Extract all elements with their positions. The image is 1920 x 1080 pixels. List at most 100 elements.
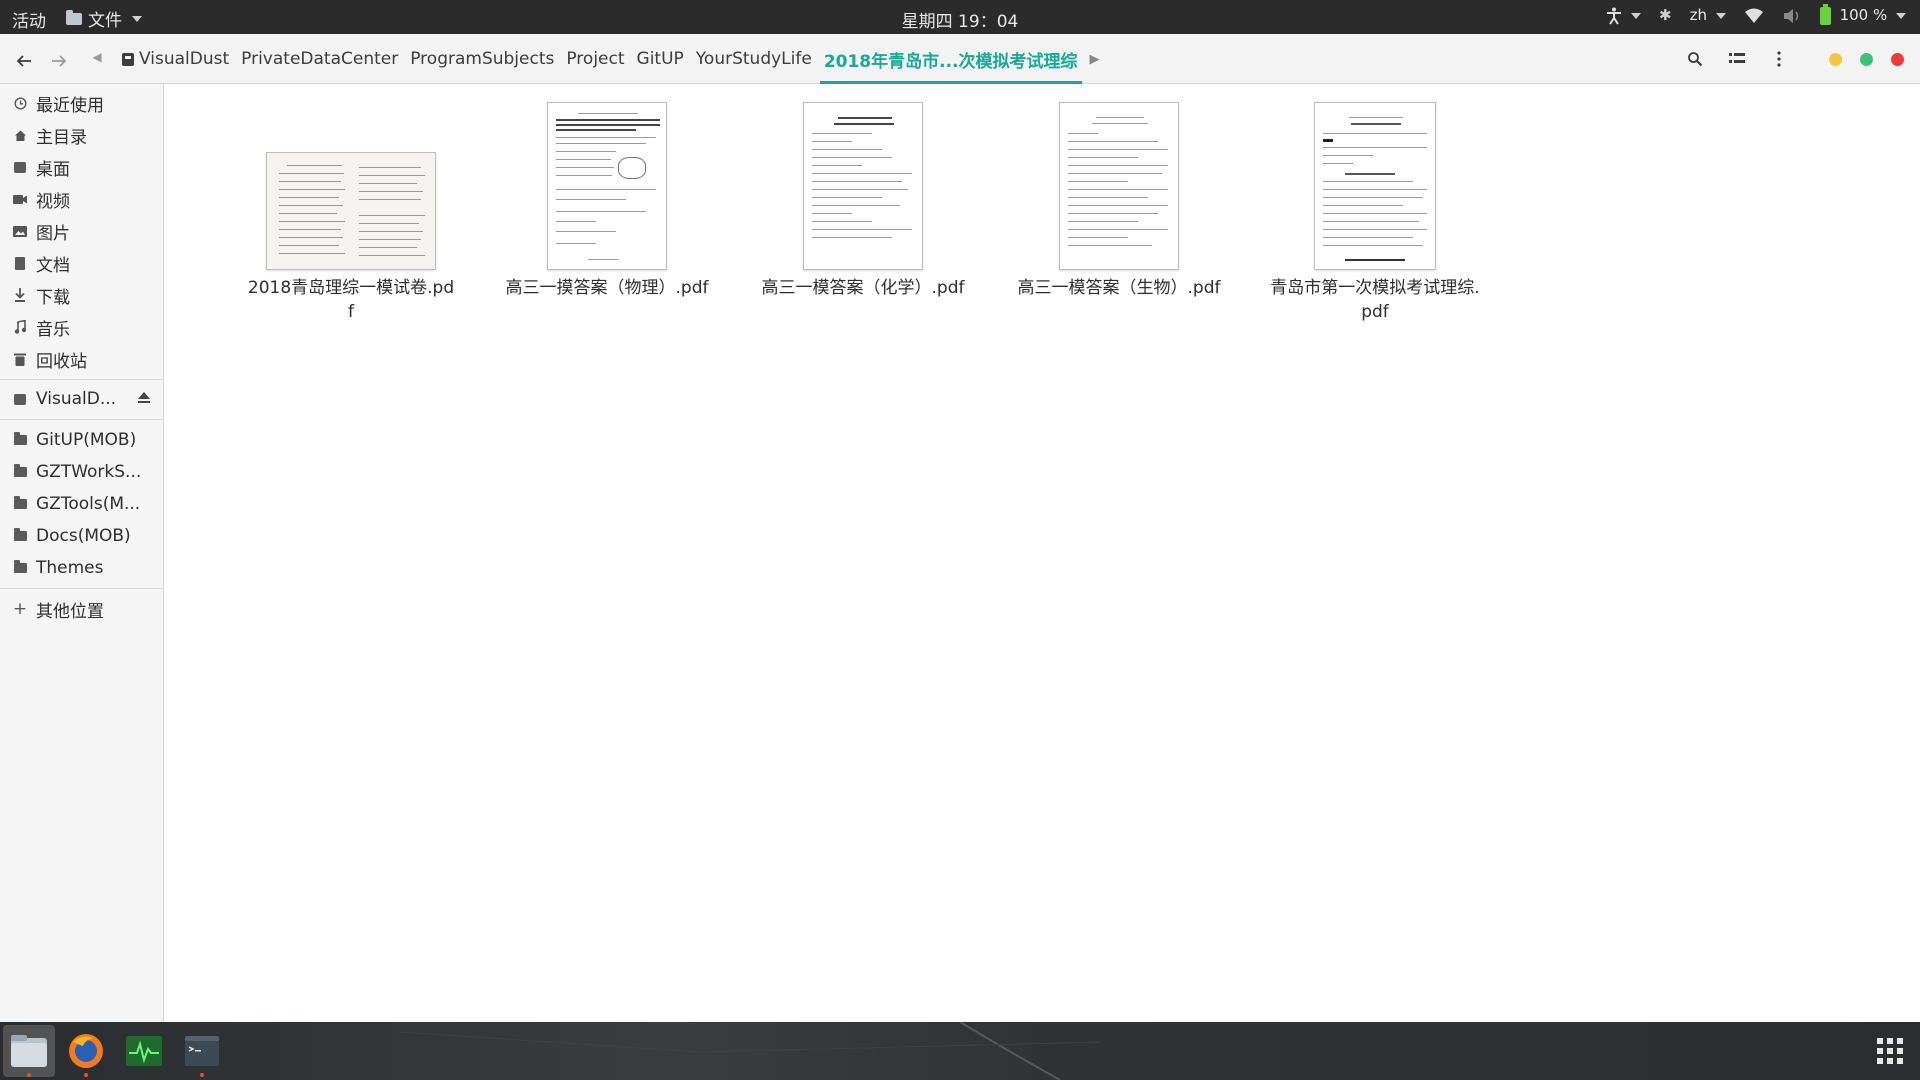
apps-grid-icon bbox=[1877, 1038, 1903, 1064]
thumbnail-area bbox=[1004, 84, 1234, 270]
sidebar-item-recent[interactable]: 最近使用 bbox=[0, 88, 164, 118]
battery-menu[interactable]: 100 % bbox=[1819, 3, 1906, 25]
search-button[interactable] bbox=[1674, 49, 1716, 69]
more-vertical-icon bbox=[1777, 51, 1781, 67]
breadcrumb-item-privatedatacenter[interactable]: PrivateDataCenter bbox=[235, 34, 404, 84]
sidebar-item-bookmark[interactable]: GZTools(M... bbox=[0, 489, 164, 519]
app-menu[interactable]: 文件 bbox=[66, 6, 142, 31]
files-icon bbox=[11, 1035, 47, 1067]
sidebar-item-bookmark[interactable]: GZTWorkS... bbox=[0, 457, 164, 487]
pdf-thumbnail bbox=[1314, 102, 1436, 270]
breadcrumb-item-project[interactable]: Project bbox=[560, 34, 630, 84]
plus-icon: + bbox=[12, 599, 28, 619]
file-name: 高三一摸答案（物理）.pdf bbox=[505, 278, 709, 298]
file-name: 高三一模答案（化学）.pdf bbox=[761, 278, 965, 298]
folder-icon bbox=[12, 464, 28, 477]
thumbnail-area bbox=[1260, 84, 1490, 270]
sidebar-item-music[interactable]: 音乐 bbox=[0, 312, 164, 342]
forward-button[interactable] bbox=[47, 47, 71, 71]
desktop-icon bbox=[12, 161, 28, 173]
network-icon[interactable] bbox=[1744, 6, 1764, 24]
sidebar-divider bbox=[0, 588, 164, 589]
document-icon bbox=[12, 256, 28, 270]
show-applications-button[interactable] bbox=[1864, 1025, 1916, 1077]
sidebar-item-videos[interactable]: 视频 bbox=[0, 184, 164, 214]
sidebar-item-documents[interactable]: 文档 bbox=[0, 248, 164, 278]
dock-files[interactable] bbox=[3, 1025, 55, 1077]
sidebar-item-other-locations[interactable]: + 其他位置 bbox=[0, 594, 164, 624]
file-item[interactable]: 高三一模答案（生物）.pdf bbox=[1004, 84, 1234, 300]
dock bbox=[0, 1022, 1920, 1080]
breadcrumb-item-gitup[interactable]: GitUP bbox=[631, 34, 690, 84]
minimize-button[interactable] bbox=[1829, 52, 1842, 66]
thumbnail-area bbox=[236, 84, 466, 270]
breadcrumb-item-visualdust[interactable]: VisualDust bbox=[116, 34, 235, 84]
eject-icon[interactable] bbox=[138, 392, 150, 403]
file-item[interactable]: 2018青岛理综一模试卷.pdf bbox=[236, 84, 466, 324]
sidebar-divider bbox=[0, 379, 164, 380]
running-indicator bbox=[200, 1073, 204, 1077]
sidebar-item-desktop[interactable]: 桌面 bbox=[0, 152, 164, 182]
thumbnail-area bbox=[492, 84, 722, 270]
folder-icon bbox=[12, 560, 28, 573]
download-icon bbox=[12, 288, 28, 302]
file-name: 2018青岛理综一模试卷.pdf bbox=[247, 278, 455, 322]
dock-system-monitor[interactable] bbox=[118, 1025, 170, 1077]
accessibility-menu[interactable] bbox=[1606, 6, 1642, 25]
breadcrumb-label: GitUP bbox=[636, 49, 684, 69]
sidebar-item-label: 音乐 bbox=[36, 319, 70, 340]
folder-icon bbox=[12, 496, 28, 509]
file-item[interactable]: 青岛市第一次模拟考试理综.pdf bbox=[1260, 84, 1490, 324]
breadcrumb-item-yourstudylife[interactable]: YourStudyLife bbox=[690, 34, 818, 84]
file-view[interactable]: 2018青岛理综一模试卷.pdf 高三一摸答案（物理）.pdf 高三一模答案（化… bbox=[165, 84, 1920, 1022]
close-button[interactable] bbox=[1891, 52, 1904, 66]
file-item[interactable]: 高三一模答案（化学）.pdf bbox=[748, 84, 978, 300]
input-method-menu[interactable]: zh bbox=[1690, 6, 1726, 24]
back-button[interactable] bbox=[12, 47, 36, 71]
video-icon bbox=[12, 194, 28, 205]
maximize-button[interactable] bbox=[1860, 52, 1873, 66]
sidebar-item-label: 图片 bbox=[36, 223, 70, 244]
sidebar-item-downloads[interactable]: 下载 bbox=[0, 280, 164, 310]
folder-icon bbox=[12, 432, 28, 445]
sidebar-item-bookmark[interactable]: Themes bbox=[0, 553, 164, 583]
volume-icon[interactable] bbox=[1782, 6, 1802, 24]
home-icon bbox=[12, 129, 28, 142]
sidebar-item-home[interactable]: 主目录 bbox=[0, 120, 164, 150]
sidebar-item-label: 文档 bbox=[36, 255, 70, 276]
file-item[interactable]: 高三一摸答案（物理）.pdf bbox=[492, 84, 722, 300]
chevron-down-icon bbox=[1715, 12, 1726, 19]
bluetooth-icon[interactable]: ✱ bbox=[1659, 6, 1672, 24]
music-icon bbox=[12, 320, 28, 334]
terminal-icon bbox=[185, 1036, 219, 1066]
clock-icon bbox=[12, 96, 28, 110]
path-scroll-right-button[interactable]: ▶ bbox=[1084, 52, 1100, 67]
list-view-icon bbox=[1729, 53, 1745, 63]
sidebar-item-pictures[interactable]: 图片 bbox=[0, 216, 164, 246]
breadcrumb-item-current[interactable]: 2018年青岛市...次模拟考试理综 bbox=[818, 34, 1084, 84]
activities-button[interactable]: 活动 bbox=[12, 7, 46, 32]
running-indicator bbox=[84, 1073, 88, 1077]
dock-terminal[interactable] bbox=[176, 1025, 228, 1077]
sidebar-item-label: 主目录 bbox=[36, 127, 87, 148]
breadcrumb-item-programsubjects[interactable]: ProgramSubjects bbox=[404, 34, 560, 84]
sidebar-item-device[interactable]: VisualD... bbox=[0, 384, 164, 414]
sidebar-item-label: GitUP(MOB) bbox=[36, 430, 137, 450]
file-name: 青岛市第一次模拟考试理综.pdf bbox=[1270, 278, 1480, 322]
breadcrumb-label: 2018年青岛市...次模拟考试理综 bbox=[823, 51, 1078, 72]
view-list-button[interactable] bbox=[1716, 49, 1758, 69]
breadcrumb: VisualDust PrivateDataCenter ProgramSubj… bbox=[116, 34, 1100, 84]
search-icon bbox=[1688, 52, 1703, 67]
breadcrumb-label: VisualDust bbox=[139, 49, 230, 69]
battery-icon bbox=[1819, 3, 1831, 25]
sidebar-item-label: VisualD... bbox=[36, 389, 117, 409]
path-scroll-left-button[interactable]: ◀ bbox=[85, 50, 109, 64]
sidebar-item-bookmark[interactable]: Docs(MOB) bbox=[0, 521, 164, 551]
dock-firefox[interactable] bbox=[60, 1025, 112, 1077]
accessibility-icon bbox=[1607, 7, 1622, 25]
sidebar-divider bbox=[0, 419, 164, 420]
sidebar-item-bookmark[interactable]: GitUP(MOB) bbox=[0, 425, 164, 455]
trash-icon bbox=[12, 352, 28, 366]
menu-button[interactable] bbox=[1758, 49, 1800, 69]
sidebar-item-trash[interactable]: 回收站 bbox=[0, 344, 164, 374]
